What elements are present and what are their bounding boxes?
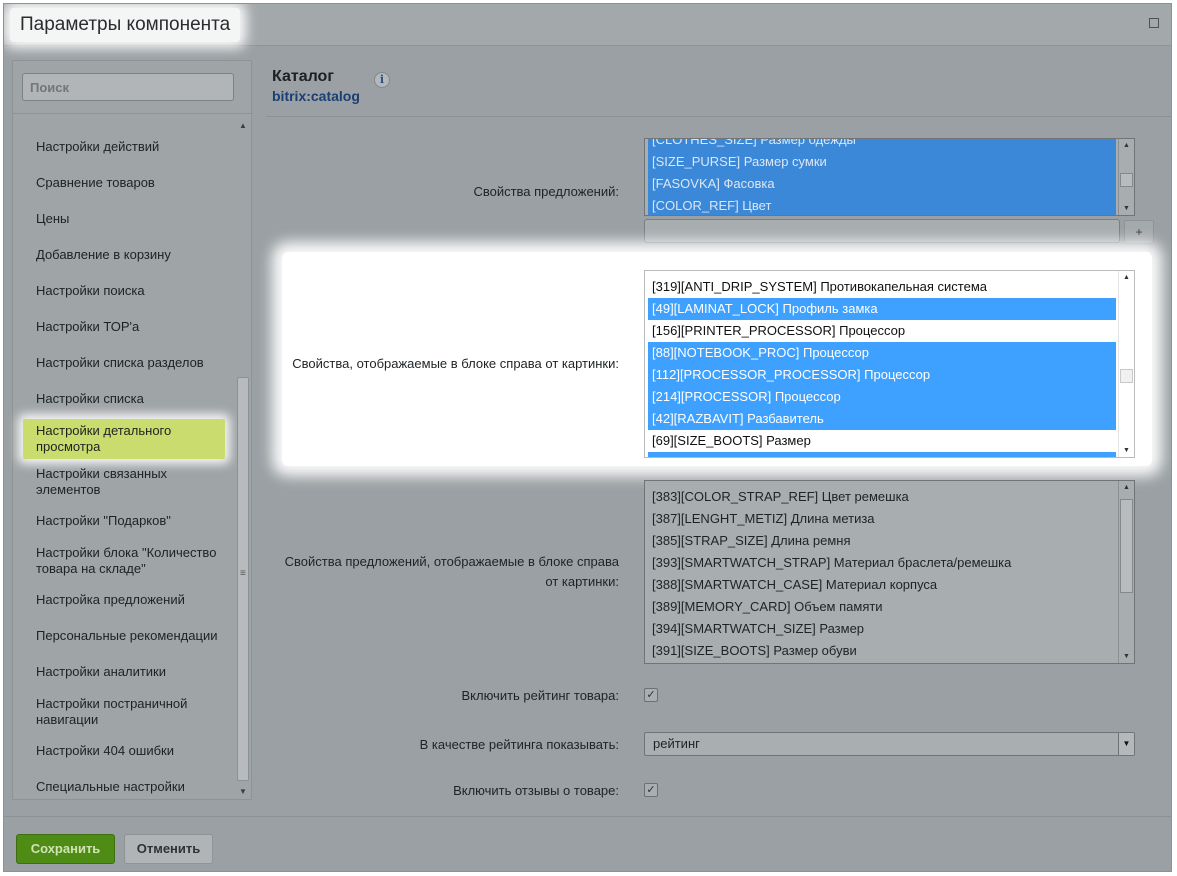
scroll-thumb[interactable]: [1120, 369, 1133, 383]
list-option[interactable]: [COLOR_REF] Цвет: [648, 195, 1116, 215]
info-icon[interactable]: i: [374, 72, 390, 88]
scroll-up-icon[interactable]: ▲: [1123, 484, 1130, 491]
rating-display-select[interactable]: рейтинг ▼: [644, 732, 1135, 756]
scroll-down-icon[interactable]: ▼: [1123, 447, 1130, 454]
sidebar: Настройки действий Сравнение товаров Цены Д…: [12, 60, 253, 800]
reviews-enable-checkbox[interactable]: ✓: [644, 783, 658, 797]
list-option[interactable]: [49][LAMINAT_LOCK] Профиль замка: [648, 298, 1116, 320]
sidebar-item[interactable]: Настройки аналитики: [36, 664, 231, 680]
list-option[interactable]: [388][SMARTWATCH_CASE] Материал корпуса: [648, 574, 1116, 596]
list-option[interactable]: [156][PRINTER_PROCESSOR] Процессор: [648, 320, 1116, 342]
add-property-button[interactable]: +: [1124, 220, 1154, 244]
offer-props-input[interactable]: [644, 219, 1120, 243]
list-option[interactable]: [88][NOTEBOOK_PROC] Процессор: [648, 342, 1116, 364]
right-props-listbox[interactable]: ▲ ▼ [319][ANTI_DRIP_SYSTEM] Противокапельн…: [644, 270, 1135, 458]
save-button[interactable]: Сохранить: [16, 834, 115, 864]
list-option[interactable]: [CLOTHES_SIZE] Размер одежды: [648, 139, 1116, 151]
scroll-up-icon[interactable]: ▲: [1123, 142, 1130, 149]
scroll-up-icon[interactable]: ▲: [1123, 274, 1130, 281]
rating-enable-label: Включить рейтинг товара:: [461, 688, 620, 703]
sidebar-item[interactable]: Настройки списка разделов: [36, 355, 231, 371]
scroll-up-icon[interactable]: ▲: [239, 121, 247, 130]
grip-icon: ≡: [240, 568, 246, 579]
list-option[interactable]: [214][PROCESSOR] Процессор: [648, 386, 1116, 408]
list-option[interactable]: [389][MEMORY_CARD] Объем памяти: [648, 596, 1116, 618]
sidebar-scrollbar[interactable]: ▲ ≡ ▼: [236, 119, 250, 799]
list-option[interactable]: [112][PROCESSOR_PROCESSOR] Процессор: [648, 364, 1116, 386]
title-bar: Параметры компонента: [4, 4, 1171, 46]
cancel-button[interactable]: Отменить: [124, 834, 213, 864]
scroll-down-icon[interactable]: ▼: [1123, 205, 1130, 212]
right-props-label: Свойства, отображаемые в блоке справа от…: [292, 356, 619, 371]
list-option[interactable]: [394][SMARTWATCH_SIZE] Размер: [648, 618, 1116, 640]
window-title: Параметры компонента: [10, 8, 241, 42]
sidebar-item[interactable]: Специальные настройки: [36, 779, 231, 795]
component-params-window: Параметры компонента Настройки действий С…: [3, 3, 1172, 872]
sidebar-item[interactable]: Настройки ТОР'а: [36, 319, 231, 335]
scroll-thumb[interactable]: [1120, 499, 1133, 593]
maximize-icon[interactable]: [1149, 18, 1159, 28]
list-option[interactable]: [383][COLOR_STRAP_REF] Цвет ремешка: [648, 486, 1116, 508]
sidebar-item[interactable]: Настройки детального просмотра: [23, 419, 225, 459]
list-option[interactable]: [319][ANTI_DRIP_SYSTEM] Противокапельная…: [648, 276, 1116, 298]
reviews-enable-label: Включить отзывы о товаре:: [453, 783, 619, 798]
divider: [13, 113, 253, 114]
rating-display-label: В качестве рейтинга показывать:: [419, 737, 619, 752]
scroll-down-icon[interactable]: ▼: [239, 787, 247, 796]
sidebar-item[interactable]: Настройки связанных элементов: [36, 466, 231, 498]
listbox-scrollbar[interactable]: ▲ ▼: [1118, 481, 1134, 663]
list-option[interactable]: [69][SIZE_BOOTS] Размер: [648, 430, 1116, 452]
listbox-scrollbar[interactable]: ▲ ▼: [1118, 139, 1134, 215]
checkmark-icon: ✓: [646, 689, 656, 701]
list-option[interactable]: [393][SMARTWATCH_STRAP] Материал браслет…: [648, 552, 1116, 574]
checkmark-icon: ✓: [646, 784, 656, 796]
select-value: рейтинг: [653, 736, 700, 751]
list-option[interactable]: [387][LENGHT_METIZ] Длина метиза: [648, 508, 1116, 530]
component-header: Каталог bitrix:catalog i: [272, 68, 1152, 104]
chevron-down-icon[interactable]: ▼: [1118, 733, 1134, 755]
list-option[interactable]: [42][RAZBAVIT] Разбавитель: [648, 408, 1116, 430]
footer: Сохранить Отменить: [4, 816, 1171, 871]
sidebar-item[interactable]: Настройки поиска: [36, 283, 231, 299]
divider: [266, 116, 1171, 117]
listbox-scrollbar[interactable]: ▲ ▼: [1118, 271, 1134, 457]
search-input[interactable]: [22, 73, 234, 101]
sidebar-item[interactable]: Персональные рекомендации: [36, 628, 231, 644]
list-option[interactable]: [SIZE_PURSE] Размер сумки: [648, 151, 1116, 173]
component-title: Каталог: [272, 68, 334, 85]
sidebar-item[interactable]: Настройки списка: [36, 391, 231, 407]
component-code: bitrix:catalog: [272, 88, 360, 104]
scroll-thumb[interactable]: [1120, 173, 1133, 187]
offer-right-props-listbox[interactable]: ▲ ▼ [383][COLOR_STRAP_REF] Цвет ремешка[…: [644, 480, 1135, 664]
sidebar-item[interactable]: Настройки блока "Количество товара на ск…: [36, 545, 231, 577]
sidebar-item[interactable]: Настройки постраничной навигации: [36, 696, 231, 728]
rating-enable-checkbox[interactable]: ✓: [644, 688, 658, 702]
sidebar-item[interactable]: Цены: [36, 211, 231, 227]
sidebar-item[interactable]: Настройки "Подарков": [36, 513, 231, 529]
sidebar-item[interactable]: Добавление в корзину: [36, 247, 231, 263]
offer-right-props-label: Свойства предложений, отображаемые в бло…: [284, 554, 619, 589]
offer-props-label: Свойства предложений:: [473, 184, 619, 199]
list-option-partial: [648, 452, 1116, 457]
offer-props-listbox[interactable]: ▲ ▼ [CLOTHES_SIZE] Размер одежды [SIZE_PU…: [644, 138, 1135, 216]
scroll-thumb[interactable]: ≡: [237, 377, 249, 781]
list-option[interactable]: [FASOVKA] Фасовка: [648, 173, 1116, 195]
scroll-down-icon[interactable]: ▼: [1123, 653, 1130, 660]
sidebar-item[interactable]: Настройки 404 ошибки: [36, 743, 231, 759]
list-option[interactable]: [385][STRAP_SIZE] Длина ремня: [648, 530, 1116, 552]
sidebar-item[interactable]: Настройки действий: [36, 139, 231, 155]
sidebar-item[interactable]: Сравнение товаров: [36, 175, 231, 191]
list-option[interactable]: [391][SIZE_BOOTS] Размер обуви: [648, 640, 1116, 662]
sidebar-item[interactable]: Настройка предложений: [36, 592, 231, 608]
